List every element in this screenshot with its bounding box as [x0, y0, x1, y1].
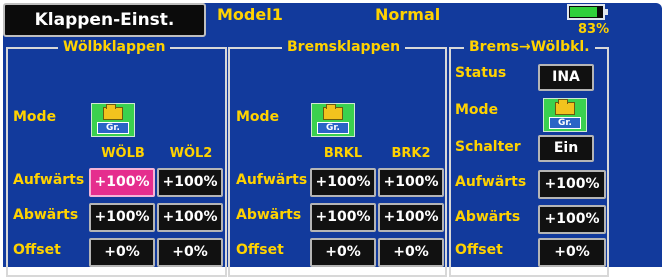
- row-label-offset: Offset: [13, 242, 61, 258]
- value-text: +100%: [383, 174, 439, 190]
- panel-title-woelbklappen: Wölbklappen: [58, 38, 171, 56]
- mix-offset-button[interactable]: +0%: [538, 238, 606, 267]
- battery-percent: 83%: [578, 22, 610, 37]
- status-button[interactable]: INA: [538, 64, 594, 91]
- brk2-down-rate-button[interactable]: +100%: [378, 203, 444, 232]
- mode-label: Mode: [455, 102, 499, 118]
- folder-icon: [103, 104, 123, 120]
- value-text: +100%: [94, 209, 150, 225]
- row-label-abwaerts: Abwärts: [455, 209, 521, 225]
- row-label-aufwaerts: Aufwärts: [455, 174, 527, 190]
- row-label-offset: Offset: [236, 242, 284, 258]
- switch-label: Schalter: [455, 139, 521, 155]
- folder-icon: [555, 99, 575, 115]
- condition-name: Normal: [375, 5, 441, 24]
- woel2-up-rate-button[interactable]: +100%: [157, 168, 223, 197]
- row-label-abwaerts: Abwärts: [236, 207, 302, 223]
- mode-group-badge: Gr.: [317, 122, 349, 134]
- mix-up-rate-button[interactable]: +100%: [538, 170, 606, 199]
- mode-group-button[interactable]: Gr.: [91, 103, 135, 137]
- woel2-offset-button[interactable]: +0%: [157, 238, 223, 267]
- value-text: +100%: [383, 209, 439, 225]
- column-header-woelb: WÖLB: [101, 146, 145, 161]
- mode-group-badge: Gr.: [549, 117, 581, 129]
- panel-title-brems-woelbkl: Brems→Wölbkl.: [464, 38, 595, 56]
- battery-terminal: [605, 9, 608, 15]
- row-label-aufwaerts: Aufwärts: [13, 172, 85, 188]
- brkl-down-rate-button[interactable]: +100%: [310, 203, 376, 232]
- value-text: +100%: [315, 174, 371, 190]
- model-name: Model1: [217, 5, 283, 24]
- value-text: +0%: [554, 244, 590, 260]
- battery-icon: [567, 4, 608, 20]
- brkl-up-rate-button[interactable]: +100%: [310, 168, 376, 197]
- mode-label: Mode: [236, 109, 280, 125]
- panel-title-bremsklappen: Bremsklappen: [282, 38, 406, 56]
- woelb-offset-button[interactable]: +0%: [89, 238, 155, 267]
- value-text: +0%: [393, 244, 429, 260]
- screen: Klappen-Einst. Model1 Normal 83% Wölbkla…: [0, 0, 665, 277]
- mode-group-badge: Gr.: [97, 122, 129, 134]
- value-text: +100%: [315, 209, 371, 225]
- value-text: Ein: [553, 140, 579, 156]
- column-header-woel2: WÖL2: [169, 146, 213, 161]
- brkl-offset-button[interactable]: +0%: [310, 238, 376, 267]
- mix-down-rate-button[interactable]: +100%: [538, 205, 606, 234]
- battery-level-fill: [570, 7, 597, 17]
- status-label: Status: [455, 65, 507, 81]
- value-text: +100%: [94, 174, 150, 190]
- mode-group-button[interactable]: Gr.: [311, 103, 355, 137]
- page-title-button[interactable]: Klappen-Einst.: [3, 3, 206, 37]
- value-text: +100%: [162, 174, 218, 190]
- row-label-aufwaerts: Aufwärts: [236, 172, 308, 188]
- brk2-up-rate-button[interactable]: +100%: [378, 168, 444, 197]
- value-text: +0%: [172, 244, 208, 260]
- mode-group-button[interactable]: Gr.: [543, 98, 587, 132]
- value-text: +100%: [162, 209, 218, 225]
- folder-icon: [323, 104, 343, 120]
- value-text: INA: [552, 69, 580, 85]
- column-header-brkl: BRKL: [323, 146, 363, 161]
- value-text: +100%: [544, 211, 600, 227]
- brk2-offset-button[interactable]: +0%: [378, 238, 444, 267]
- column-header-brk2: BRK2: [391, 146, 431, 161]
- value-text: +100%: [544, 176, 600, 192]
- mode-label: Mode: [13, 109, 57, 125]
- woelb-down-rate-button[interactable]: +100%: [89, 203, 155, 232]
- woel2-down-rate-button[interactable]: +100%: [157, 203, 223, 232]
- value-text: +0%: [325, 244, 361, 260]
- row-label-offset: Offset: [455, 242, 503, 258]
- row-label-abwaerts: Abwärts: [13, 207, 79, 223]
- woelb-up-rate-button[interactable]: +100%: [89, 168, 155, 197]
- value-text: +0%: [104, 244, 140, 260]
- switch-button[interactable]: Ein: [538, 135, 594, 162]
